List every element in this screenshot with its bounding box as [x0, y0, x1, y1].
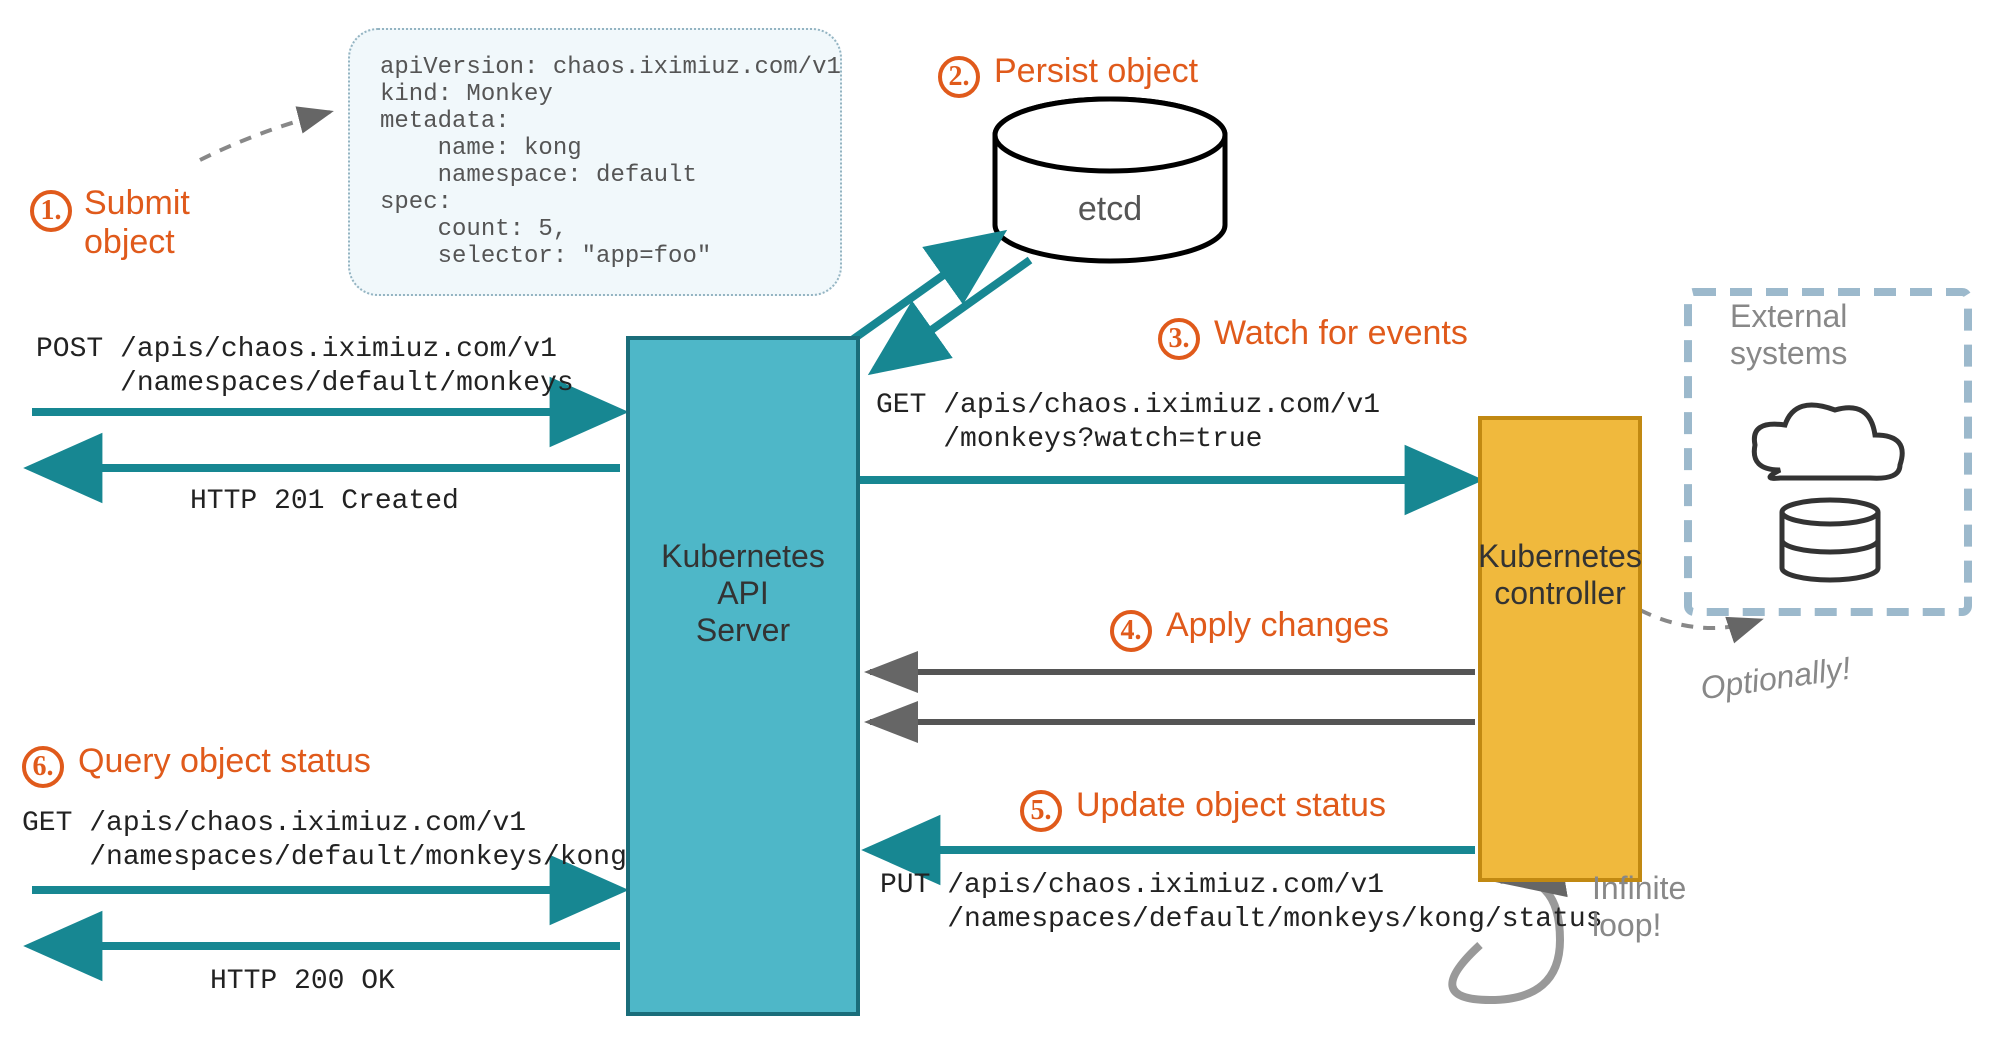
- step-3-num: 3.: [1158, 318, 1200, 360]
- step-5-num: 5.: [1020, 790, 1062, 832]
- post-request-line2: /namespaces/default/monkeys: [36, 368, 574, 399]
- step-4-num: 4.: [1110, 610, 1152, 652]
- controller-box: [1478, 416, 1642, 882]
- step-2-label: Persist object: [994, 52, 1198, 91]
- api-server-label: Kubernetes API Server: [626, 538, 860, 649]
- etcd-label: etcd: [1050, 190, 1170, 229]
- put-status-line2: /namespaces/default/monkeys/kong/status: [880, 904, 1603, 935]
- external-systems-label: External systems: [1730, 298, 1847, 372]
- arrow-controller-to-external: [1640, 610, 1760, 628]
- arrow-etcd-to-api: [875, 260, 1030, 370]
- step-6-num: 6.: [22, 746, 64, 788]
- put-status-line1: PUT /apis/chaos.iximiuz.com/v1: [880, 870, 1384, 901]
- etcd-icon: [995, 99, 1225, 261]
- cloud-icon: [1754, 405, 1902, 478]
- step-6-label: Query object status: [78, 742, 371, 781]
- infinite-loop-annotation: Infinite loop!: [1592, 870, 1686, 944]
- database-icon: [1782, 500, 1878, 580]
- step-2-num: 2.: [938, 56, 980, 98]
- get-status-line1: GET /apis/chaos.iximiuz.com/v1: [22, 808, 526, 839]
- post-response: HTTP 201 Created: [190, 486, 459, 517]
- watch-request-line2: /monkeys?watch=true: [876, 424, 1262, 455]
- step-1-num: 1.: [30, 190, 72, 232]
- step-3-label: Watch for events: [1214, 314, 1468, 353]
- diagram-stage: apiVersion: chaos.iximiuz.com/v1 kind: M…: [0, 0, 2000, 1038]
- step-1-label: Submit object: [84, 184, 190, 262]
- step-5-label: Update object status: [1076, 786, 1386, 825]
- arrow-submit-to-yaml: [200, 112, 330, 160]
- get-status-response: HTTP 200 OK: [210, 966, 395, 997]
- watch-request-line1: GET /apis/chaos.iximiuz.com/v1: [876, 390, 1380, 421]
- controller-label: Kubernetes controller: [1448, 538, 1672, 612]
- get-status-line2: /namespaces/default/monkeys/kong: [22, 842, 627, 873]
- step-4-label: Apply changes: [1166, 606, 1389, 645]
- infinite-loop-icon: [1452, 879, 1560, 1000]
- yaml-spec: apiVersion: chaos.iximiuz.com/v1 kind: M…: [348, 28, 842, 296]
- api-server-box: [626, 336, 860, 1016]
- arrow-api-to-etcd: [845, 235, 1000, 345]
- post-request-line1: POST /apis/chaos.iximiuz.com/v1: [36, 334, 557, 365]
